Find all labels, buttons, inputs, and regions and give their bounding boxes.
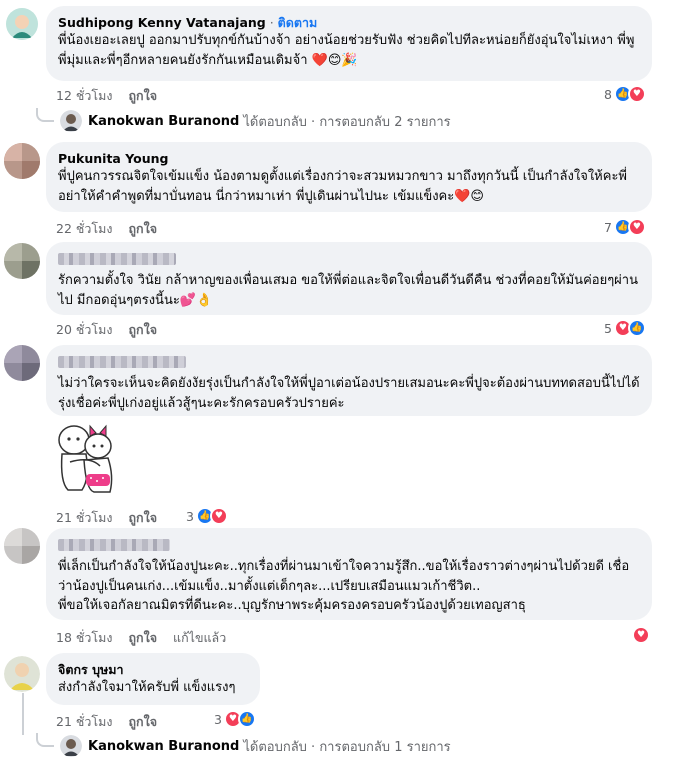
comment-bubble: Pukunita Young พี่ปูคนกวรรณจิตใจเข้มแข็ง… [46,142,652,212]
blurred-author-name [58,253,176,265]
reply-avatar [60,110,82,132]
comment-time[interactable]: 22 ชั่วโมง [56,219,112,239]
reaction-count: 7 [604,219,612,235]
love-icon: ♥ [632,626,650,644]
comment-bubble: พี่เล็กเป็นกำลังใจให้น้องปูนะคะ..ทุกเรื่… [46,528,652,620]
view-replies[interactable]: Kanokwan Buranond ได้ตอบกลับ · การตอบกลั… [36,108,451,132]
comment-actions: 20 ชั่วโมง ถูกใจ [56,320,157,340]
love-icon: ♥ [627,85,646,103]
reaction-summary[interactable]: ♥ [632,626,650,644]
comment-author[interactable]: จิตกร บุษมา [58,661,248,678]
reaction-summary[interactable]: 8 👍 ♥ [604,85,646,103]
comment-bubble: Sudhipong Kenny Vatanajang · ติดตาม พี่น… [46,6,652,81]
comment-time[interactable]: 18 ชั่วโมง [56,628,112,648]
comment-time[interactable]: 21 ชั่วโมง [56,712,112,732]
follow-button[interactable]: ติดตาม [278,15,318,30]
comment-text: ไม่ว่าใครจะเห็นจะคิดยังงัยรุ่งเป็นกำลังใ… [58,376,640,411]
like-button[interactable]: ถูกใจ [128,628,157,648]
comment-time[interactable]: 21 ชั่วโมง [56,508,112,528]
comment-time[interactable]: 20 ชั่วโมง [56,320,112,340]
comment-bubble: รักความตั้งใจ วินัย กล้าหาญของเพื่อนเสมอ… [46,242,652,315]
comment-actions: 21 ชั่วโมง ถูกใจ [56,508,157,528]
comment-author[interactable]: Pukunita Young [58,150,640,167]
comment-author[interactable]: Sudhipong Kenny Vatanajang [58,15,266,30]
reply-summary: ได้ตอบกลับ · การตอบกลับ 2 รายการ [243,114,451,130]
comment-text: ส่งกำลังใจมาให้ครับพี่ แข็งแรงๆ [58,680,236,695]
reply-author: Kanokwan Buranond [88,738,240,754]
like-button[interactable]: ถูกใจ [128,320,157,340]
comment-actions: 22 ชั่วโมง ถูกใจ [56,219,157,239]
thread-connector [22,693,24,735]
reaction-count: 3 [214,711,222,727]
like-button[interactable]: ถูกใจ [128,86,157,106]
reaction-summary[interactable]: 7 👍 ♥ [604,218,646,236]
blurred-author-name [58,539,170,551]
reaction-count: 3 [186,508,194,524]
comment-actions: 21 ชั่วโมง ถูกใจ [56,712,157,732]
comment-text: พี่น้องเยอะเลยปู ออกมาปรับทุกข์กันบ้างจ้… [58,33,635,68]
like-button[interactable]: ถูกใจ [128,508,157,528]
avatar[interactable] [4,528,40,564]
thread-connector [36,733,54,747]
view-replies[interactable]: Kanokwan Buranond ได้ตอบกลับ · การตอบกลั… [36,733,451,757]
avatar[interactable] [4,656,40,692]
reply-author: Kanokwan Buranond [88,113,240,129]
like-button[interactable]: ถูกใจ [128,712,157,732]
love-icon: ♥ [627,218,646,236]
like-button[interactable]: ถูกใจ [128,219,157,239]
comment-actions: 12 ชั่วโมง ถูกใจ [56,86,157,106]
thread-connector [36,108,54,122]
comment-actions: 18 ชั่วโมง ถูกใจ แก้ไขแล้ว [56,628,226,648]
comment-time[interactable]: 12 ชั่วโมง [56,86,112,106]
reply-avatar [60,735,82,757]
love-icon: ♥ [209,507,228,525]
reaction-summary[interactable]: 3 👍 ♥ [186,507,228,525]
avatar[interactable] [4,345,40,381]
avatar[interactable] [4,243,40,279]
reaction-summary[interactable]: 5 ♥ 👍 [604,319,646,337]
like-icon: 👍 [237,710,256,728]
edited-label: แก้ไขแล้ว [173,630,227,645]
reaction-count: 5 [604,320,612,336]
comment-text: รักความตั้งใจ วินัย กล้าหาญของเพื่อนเสมอ… [58,273,638,308]
avatar[interactable] [6,8,38,40]
hug-sticker [50,420,122,500]
like-icon: 👍 [627,319,646,337]
reaction-summary[interactable]: 3 ♥ 👍 [214,710,256,728]
reaction-count: 8 [604,86,612,102]
reply-summary: ได้ตอบกลับ · การตอบกลับ 1 รายการ [243,739,451,755]
comment-bubble: จิตกร บุษมา ส่งกำลังใจมาให้ครับพี่ แข็งแ… [46,653,260,705]
blurred-author-name [58,356,186,368]
comment-text: พี่เล็กเป็นกำลังใจให้น้องปูนะคะ..ทุกเรื่… [58,559,630,613]
comment-bubble: ไม่ว่าใครจะเห็นจะคิดยังงัยรุ่งเป็นกำลังใ… [46,345,652,416]
avatar[interactable] [4,143,40,179]
comment-text: พี่ปูคนกวรรณจิตใจเข้มแข็ง น้องตามดูตั้งแ… [58,169,627,204]
